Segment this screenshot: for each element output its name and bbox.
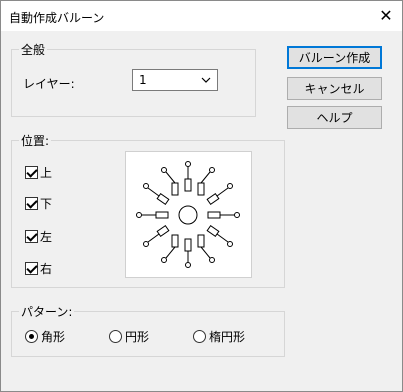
check-left[interactable]: 左 — [25, 228, 52, 245]
general-legend: 全般 — [19, 41, 48, 58]
check-right-label: 右 — [40, 262, 53, 276]
radio-ellipse-button[interactable] — [193, 330, 206, 343]
radio-square-button[interactable] — [25, 330, 38, 343]
radio-circle-button[interactable] — [109, 330, 122, 343]
checkbox-top[interactable] — [25, 166, 38, 179]
radio-ellipse-label: 楕円形 — [209, 330, 246, 344]
radio-circle[interactable]: 円形 — [109, 328, 149, 345]
chevron-down-icon — [201, 73, 211, 90]
check-bottom-label: 下 — [40, 197, 53, 211]
check-bottom[interactable]: 下 — [25, 195, 52, 212]
check-top[interactable]: 上 — [25, 164, 52, 181]
radio-circle-label: 円形 — [125, 330, 150, 344]
checkbox-bottom[interactable] — [25, 197, 38, 210]
window-title: 自動作成バルーン — [9, 11, 105, 25]
checkbox-left[interactable] — [25, 230, 38, 243]
balloon-preview-diagram — [136, 161, 240, 268]
close-icon[interactable]: ✕ — [376, 6, 396, 26]
balloon-dialog: 自動作成バルーン ✕ 全般 レイヤー: 1 バルーン作成 キャンセル ヘルプ 位… — [0, 0, 403, 392]
layer-label: レイヤー: — [23, 77, 75, 91]
checkbox-right[interactable] — [25, 262, 38, 275]
layer-select[interactable]: 1 — [132, 69, 218, 91]
position-legend: 位置: — [19, 132, 52, 149]
pattern-legend: パターン: — [19, 303, 75, 320]
cancel-button[interactable]: キャンセル — [287, 77, 382, 100]
layer-select-value: 1 — [139, 73, 147, 87]
check-top-label: 上 — [40, 166, 53, 180]
radio-ellipse[interactable]: 楕円形 — [193, 328, 245, 345]
help-button[interactable]: ヘルプ — [287, 106, 382, 129]
radio-square[interactable]: 角形 — [25, 328, 65, 345]
balloon-preview — [125, 151, 252, 278]
title-bar: 自動作成バルーン ✕ — [1, 1, 402, 31]
create-balloon-button[interactable]: バルーン作成 — [287, 46, 382, 69]
check-left-label: 左 — [40, 230, 53, 244]
check-right[interactable]: 右 — [25, 260, 52, 277]
radio-square-label: 角形 — [41, 330, 66, 344]
